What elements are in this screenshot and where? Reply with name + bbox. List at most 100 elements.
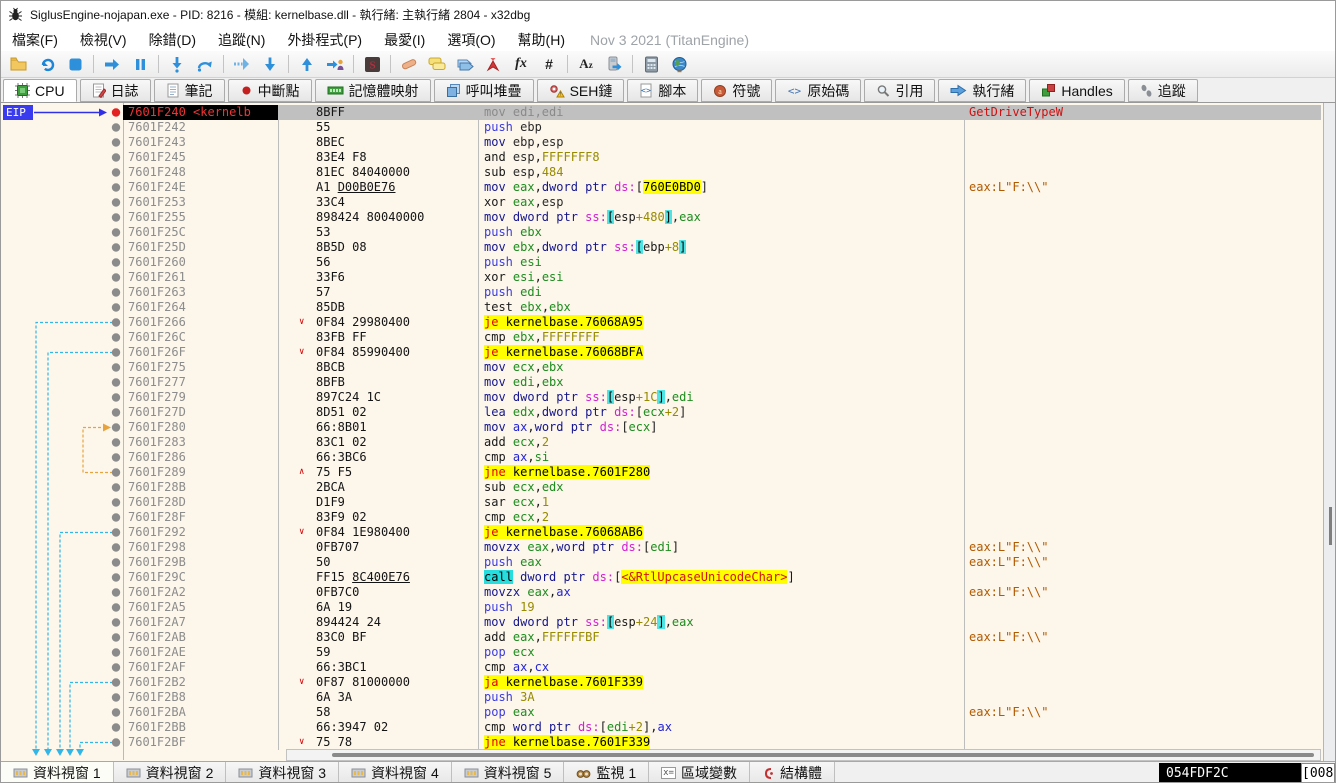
disasm-row[interactable]: 7601F26C83FB FFcmp ebx,FFFFFFFF [123, 330, 1321, 345]
step-into-button[interactable] [164, 53, 190, 76]
breakpoint-dot[interactable] [112, 663, 120, 671]
disasm-row[interactable]: 7601F24583E4 F8and esp,FFFFFFF8 [123, 150, 1321, 165]
breakpoint-dot[interactable] [112, 483, 120, 491]
breakpoint-dot[interactable] [112, 288, 120, 296]
menu-options[interactable]: 選項(O) [436, 28, 506, 52]
menu-help[interactable]: 幫助(H) [507, 28, 576, 52]
breakpoint-dot[interactable] [112, 558, 120, 566]
breakpoint-dot[interactable] [112, 168, 120, 176]
breakpoint-dot[interactable] [112, 228, 120, 236]
tab-call-stack[interactable]: 呼叫堆疊 [434, 79, 534, 102]
tab-watch-1[interactable]: 監視 1 [564, 762, 649, 783]
breakpoint-dot[interactable] [112, 318, 120, 326]
tab-dump-5[interactable]: 資料視窗 5 [452, 762, 565, 783]
disasm-row[interactable]: 7601F25C53push ebx [123, 225, 1321, 240]
breakpoint-dot[interactable] [112, 213, 120, 221]
breakpoint-dot[interactable] [112, 408, 120, 416]
trace-into-button[interactable] [229, 53, 255, 76]
stack-address-cell[interactable]: 054FDF2C [1159, 763, 1301, 783]
disasm-row[interactable]: 7601F2AE59pop ecx [123, 645, 1321, 660]
disasm-row[interactable]: 7601F24255push ebp [123, 120, 1321, 135]
breakpoint-dot[interactable] [112, 198, 120, 206]
breakpoint-dot[interactable] [112, 603, 120, 611]
patch-button[interactable] [396, 53, 422, 76]
menu-favourites[interactable]: 最愛(I) [373, 28, 436, 52]
tab-source[interactable]: <> 原始碼 [775, 79, 861, 102]
breakpoint-dot[interactable] [112, 723, 120, 731]
az-button[interactable]: Az [573, 53, 599, 76]
disasm-row[interactable]: 7601F28066:8B01mov ax,word ptr ds:[ecx] [123, 420, 1321, 435]
run-button[interactable] [99, 53, 125, 76]
menu-file[interactable]: 檔案(F) [1, 28, 69, 52]
attach-button[interactable] [601, 53, 627, 76]
disasm-row[interactable]: 7601F279897C24 1Cmov dword ptr ss:[esp+1… [123, 390, 1321, 405]
disasm-row[interactable]: 7601F2B86A 3Apush 3A [123, 690, 1321, 705]
disasm-row[interactable]: 7601F2AF66:3BC1cmp ax,cx [123, 660, 1321, 675]
breakpoint-dot[interactable] [112, 378, 120, 386]
tab-memory-map[interactable]: 記憶體映射 [315, 79, 431, 102]
breakpoint-dot[interactable] [112, 348, 120, 356]
tab-trace[interactable]: 追蹤 [1128, 79, 1198, 102]
breakpoint-dot[interactable] [112, 678, 120, 686]
breakpoint-dot[interactable] [112, 303, 120, 311]
tab-locals[interactable]: x= 區域變數 [649, 762, 750, 783]
open-file-button[interactable] [6, 53, 32, 76]
disasm-row[interactable]: 7601F26485DBtest ebx,ebx [123, 300, 1321, 315]
disasm-row[interactable]: 7601F266∨0F84 29980400je kernelbase.7606… [123, 315, 1321, 330]
disasm-row[interactable]: 7601F26357push edi [123, 285, 1321, 300]
disasm-row[interactable]: 7601F24EA1 D00B0E76mov eax,dword ptr ds:… [123, 180, 1321, 195]
breakpoint-dot[interactable] [112, 513, 120, 521]
tab-dump-2[interactable]: 資料視窗 2 [114, 762, 227, 783]
vertical-scrollbar[interactable] [1323, 103, 1336, 762]
breakpoint-dot-active[interactable] [112, 108, 120, 116]
disasm-row[interactable]: 7601F2BB66:3947 02cmp word ptr ds:[edi+2… [123, 720, 1321, 735]
disasm-row[interactable]: 7601F2B2∨0F87 81000000ja kernelbase.7601… [123, 675, 1321, 690]
breakpoint-dot[interactable] [112, 423, 120, 431]
disasm-row[interactable]: 7601F25D8B5D 08mov ebx,dword ptr ss:[ebp… [123, 240, 1321, 255]
disasm-row[interactable]: 7601F29CFF15 8C400E76call dword ptr ds:[… [123, 570, 1321, 585]
tab-symbols[interactable]: a 符號 [701, 79, 772, 102]
disasm-row[interactable]: 7601F2980FB707movzx eax,word ptr ds:[edi… [123, 540, 1321, 555]
breakpoint-dot[interactable] [112, 153, 120, 161]
disasm-row[interactable]: 7601F26133F6xor esi,esi [123, 270, 1321, 285]
breakpoint-dot[interactable] [112, 468, 120, 476]
disasm-row[interactable]: 7601F25333C4xor eax,esp [123, 195, 1321, 210]
tab-dump-1[interactable]: 資料視窗 1 [1, 762, 114, 783]
tab-dump-4[interactable]: 資料視窗 4 [339, 762, 452, 783]
disasm-row[interactable]: 7601F2A20FB7C0movzx eax,axeax:L"F:\\" [123, 585, 1321, 600]
label-button[interactable] [452, 53, 478, 76]
breakpoint-dot[interactable] [112, 393, 120, 401]
menu-view[interactable]: 檢視(V) [69, 28, 138, 52]
disasm-row[interactable]: 7601F24881EC 84040000sub esp,484 [123, 165, 1321, 180]
breakpoint-dot[interactable] [112, 573, 120, 581]
run-until-return-button[interactable] [294, 53, 320, 76]
comment-button[interactable] [424, 53, 450, 76]
breakpoint-dot[interactable] [112, 543, 120, 551]
disasm-row[interactable]: 7601F2438BECmov ebp,esp [123, 135, 1321, 150]
breakpoint-dot[interactable] [112, 738, 120, 746]
tab-references[interactable]: 引用 [864, 79, 935, 102]
tab-threads[interactable]: 執行緒 [938, 79, 1026, 102]
menu-plugins[interactable]: 外掛程式(P) [276, 28, 373, 52]
breakpoint-dot[interactable] [112, 693, 120, 701]
breakpoint-dot[interactable] [112, 258, 120, 266]
breakpoint-dot[interactable] [112, 273, 120, 281]
tab-seh-chain[interactable]: ! SEH鏈 [537, 79, 625, 102]
disasm-row[interactable]: 7601F240 <kernelb8BFFmov edi,ediGetDrive… [123, 105, 1321, 120]
restart-button[interactable] [34, 53, 60, 76]
calculator-button[interactable] [638, 53, 664, 76]
step-over-button[interactable] [192, 53, 218, 76]
disasm-row[interactable]: 7601F2758BCBmov ecx,ebx [123, 360, 1321, 375]
tab-script[interactable]: <> 腳本 [627, 79, 698, 102]
breakpoint-dot[interactable] [112, 618, 120, 626]
disasm-row[interactable]: 7601F28F83F9 02cmp ecx,2 [123, 510, 1321, 525]
menu-trace[interactable]: 追蹤(N) [207, 28, 276, 52]
disasm-row[interactable]: 7601F28666:3BC6cmp ax,si [123, 450, 1321, 465]
breakpoint-dot[interactable] [112, 708, 120, 716]
menu-debug[interactable]: 除錯(D) [138, 28, 207, 52]
hash-button[interactable]: # [536, 53, 562, 76]
scylla-button[interactable]: S [359, 53, 385, 76]
disasm-row[interactable]: 7601F2AB83C0 BFadd eax,FFFFFFBFeax:L"F:\… [123, 630, 1321, 645]
disasm-row[interactable]: 7601F255898424 80040000mov dword ptr ss:… [123, 210, 1321, 225]
pause-button[interactable] [127, 53, 153, 76]
